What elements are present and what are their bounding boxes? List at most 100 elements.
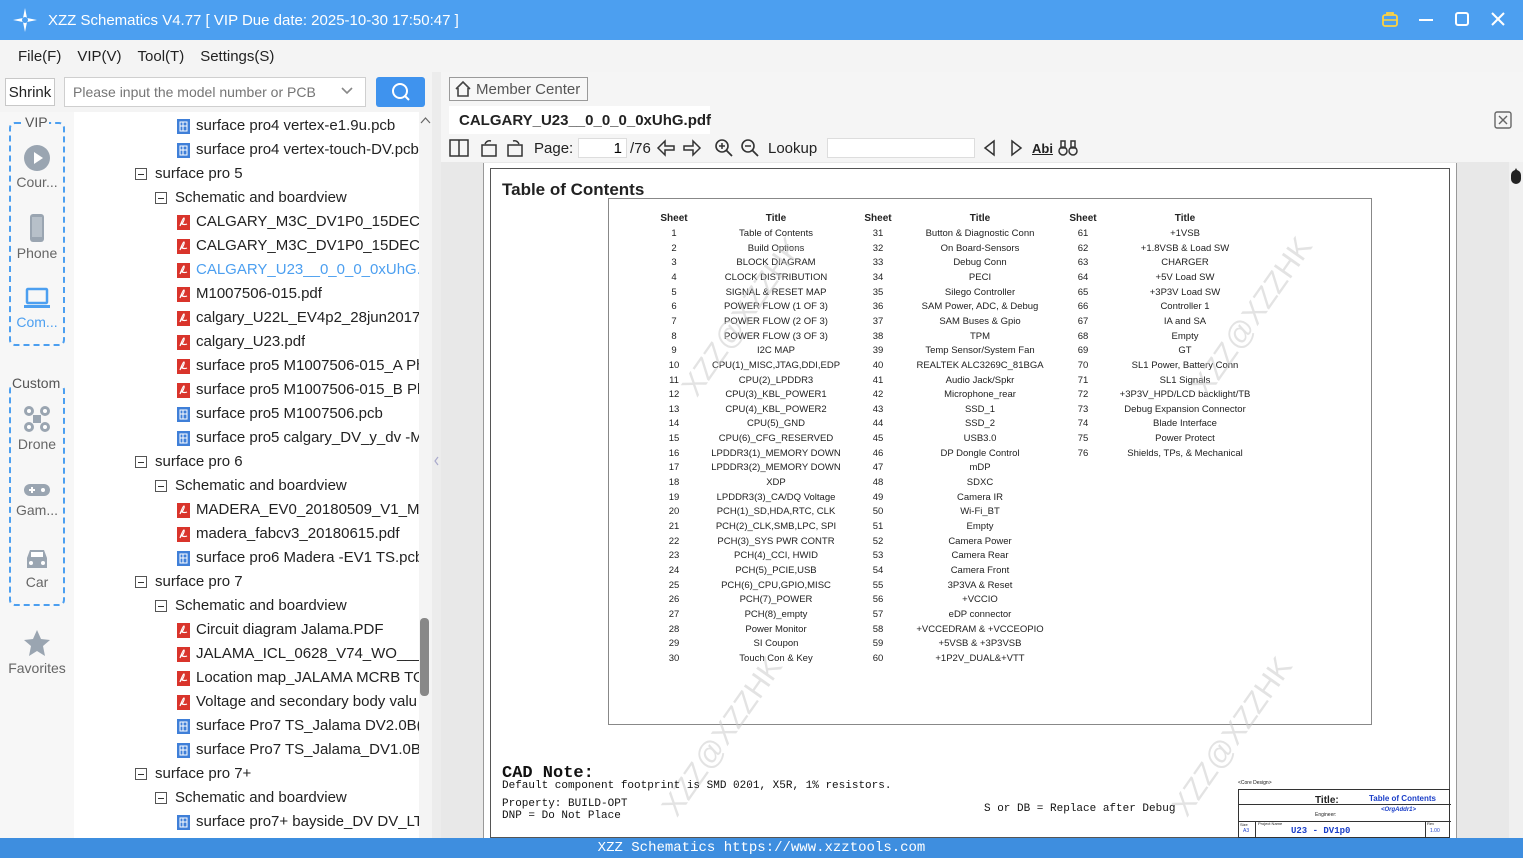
tree-folder[interactable]: surface pro 5 [135, 162, 419, 186]
tree-item-label: surface pro 5 [155, 165, 243, 182]
nav-item-drone[interactable]: Drone [0, 404, 74, 452]
menu-file[interactable]: File(F) [18, 48, 61, 65]
tree-item-label: CALGARY_M3C_DV1P0_15DEC2016.pdf [196, 213, 419, 230]
tree-file[interactable]: M1007506-015.pdf [177, 282, 419, 306]
tree-file[interactable]: madera_fabcv3_20180615.pdf [177, 522, 419, 546]
rotate-right-icon[interactable] [505, 138, 525, 158]
tree-item-label: JALAMA_ICL_0628_V74_WO___0_0 [196, 645, 419, 662]
collapse-icon[interactable] [135, 768, 147, 780]
nav-item-courses[interactable]: Cour... [0, 144, 74, 190]
vip-bag-icon[interactable] [1379, 8, 1401, 30]
rotate-left-icon[interactable] [479, 138, 499, 158]
menu-vip[interactable]: VIP(V) [77, 48, 121, 65]
zoom-out-icon[interactable] [740, 138, 760, 158]
tree-file[interactable]: CALGARY_U23__0_0_0_0xUhG.pdf [177, 258, 419, 282]
tree-file[interactable]: calgary_U22L_EV4p2_28jun2017_0 [177, 306, 419, 330]
tree-folder[interactable]: surface pro 6 [135, 450, 419, 474]
tree-folder[interactable]: Schematic and boardview [155, 786, 419, 810]
toc-sheet-title: CHARGER [1161, 257, 1209, 269]
tree-item-label: Schematic and boardview [175, 597, 347, 614]
tree-folder[interactable]: Schematic and boardview [155, 186, 419, 210]
title-bar: XZZ Schematics V4.77 [ VIP Due date: 202… [0, 0, 1523, 40]
tree-folder[interactable]: surface pro 7 [135, 570, 419, 594]
tree-folder[interactable]: Schematic and boardview [155, 594, 419, 618]
toc-sheet-title: +VCCIO [962, 594, 998, 606]
window-title: XZZ Schematics V4.77 [ VIP Due date: 202… [48, 11, 459, 29]
pdf-file-icon [177, 214, 190, 230]
find-next-icon[interactable] [1007, 138, 1025, 158]
shrink-button[interactable]: Shrink [5, 78, 55, 106]
panel-splitter[interactable] [432, 72, 441, 838]
collapse-icon[interactable] [135, 576, 147, 588]
nav-item-favorites[interactable]: Favorites [0, 628, 74, 676]
page-number-input[interactable] [578, 138, 627, 158]
title-block-rev-label: Rev [1427, 821, 1435, 826]
nav-item-phone[interactable]: Phone [0, 213, 74, 261]
close-button[interactable] [1487, 8, 1509, 30]
collapse-icon[interactable] [135, 456, 147, 468]
nav-item-games[interactable]: Gam... [0, 480, 74, 518]
tree-file[interactable]: surface pro5 M1007506-015_A Ph [177, 354, 419, 378]
tree-item-label: calgary_U22L_EV4p2_28jun2017_0 [196, 309, 419, 326]
next-page-arrow-icon[interactable] [682, 138, 702, 158]
toc-sheet-title: Camera Rear [951, 550, 1009, 562]
file-tab[interactable]: CALGARY_U23__0_0_0_0xUhG.pdf [449, 106, 711, 134]
tree-file[interactable]: Location map_JALAMA MCRB TO [177, 666, 419, 690]
lookup-input[interactable] [827, 138, 975, 158]
tree-file[interactable]: CALGARY_M3C_DV1P0_15DEC2016.pdf [177, 234, 419, 258]
collapse-icon[interactable] [155, 480, 167, 492]
split-view-icon[interactable] [449, 138, 469, 158]
pcb-file-icon [177, 406, 190, 422]
tree-file[interactable]: surface Pro7 TS_Jalama DV2.0B(M [177, 714, 419, 738]
tree-folder[interactable]: Schematic and boardview [155, 474, 419, 498]
tree-file[interactable]: CALGARY_M3C_DV1P0_15DEC2016.pdf [177, 210, 419, 234]
maximize-button[interactable] [1451, 8, 1473, 30]
tree-item-label: MADERA_EV0_20180509_V1_MDP [196, 501, 419, 518]
collapse-icon[interactable] [155, 792, 167, 804]
title-block-title-label: Title: [1315, 795, 1339, 806]
tree-item-label: Location map_JALAMA MCRB TO [196, 669, 419, 686]
match-case-button[interactable]: Abi [1032, 138, 1053, 158]
collapse-icon[interactable] [155, 192, 167, 204]
toc-sheet-title: Shields, TPs, & Mechanical [1127, 447, 1243, 459]
prev-page-arrow-icon[interactable] [656, 138, 676, 158]
menu-tool[interactable]: Tool(T) [138, 48, 185, 65]
tree-file[interactable]: MADERA_EV0_20180509_V1_MDP [177, 498, 419, 522]
tree-scrollbar-thumb[interactable] [420, 618, 429, 696]
nav-item-car[interactable]: Car [0, 546, 74, 590]
binoculars-icon[interactable] [1058, 138, 1078, 158]
pdf-file-icon [177, 646, 190, 662]
tree-scrollbar[interactable] [419, 112, 432, 838]
viewer-scrollbar[interactable] [1509, 162, 1523, 838]
tree-file[interactable]: JALAMA_ICL_0628_V74_WO___0_0 [177, 642, 419, 666]
tree-file[interactable]: surface Pro7 TS_Jalama_DV1.0B(P [177, 738, 419, 762]
minimize-button[interactable] [1415, 8, 1437, 30]
tree-file[interactable]: Circuit diagram Jalama.PDF [177, 618, 419, 642]
title-block-project: U23 - DV1p0 [1291, 826, 1351, 836]
tree-file[interactable]: surface pro7+ bayside_DV DV_LTE [177, 810, 419, 834]
tree-file[interactable]: surface pro5 calgary_DV_y_dv -M [177, 426, 419, 450]
vip-group-label: VIP [24, 114, 49, 130]
search-input[interactable] [64, 77, 366, 107]
close-panel-icon[interactable] [1494, 111, 1512, 129]
tree-folder[interactable]: surface pro 7+ [135, 762, 419, 786]
tree-file[interactable]: Voltage and secondary body valu [177, 690, 419, 714]
laptop-icon [24, 287, 50, 308]
collapse-icon[interactable] [135, 168, 147, 180]
menu-settings[interactable]: Settings(S) [200, 48, 274, 65]
chevron-down-icon[interactable] [340, 84, 354, 98]
tree-file[interactable]: surface pro5 M1007506.pcb [177, 402, 419, 426]
collapse-icon[interactable] [155, 600, 167, 612]
tree-item-label: surface pro 7+ [155, 765, 252, 782]
search-button[interactable] [376, 77, 425, 107]
member-center-button[interactable]: Member Center [449, 77, 588, 101]
find-prev-icon[interactable] [981, 138, 999, 158]
zoom-in-icon[interactable] [714, 138, 734, 158]
tree-file[interactable]: surface pro4 vertex-touch-DV.pcb [177, 138, 419, 162]
pcb-file-icon [177, 718, 190, 734]
tree-file[interactable]: calgary_U23.pdf [177, 330, 419, 354]
tree-file[interactable]: surface pro4 vertex-e1.9u.pcb [177, 114, 419, 138]
tree-file[interactable]: surface pro6 Madera -EV1 TS.pcb [177, 546, 419, 570]
nav-item-computer[interactable]: Com... [0, 286, 74, 330]
tree-file[interactable]: surface pro5 M1007506-015_B Ph [177, 378, 419, 402]
